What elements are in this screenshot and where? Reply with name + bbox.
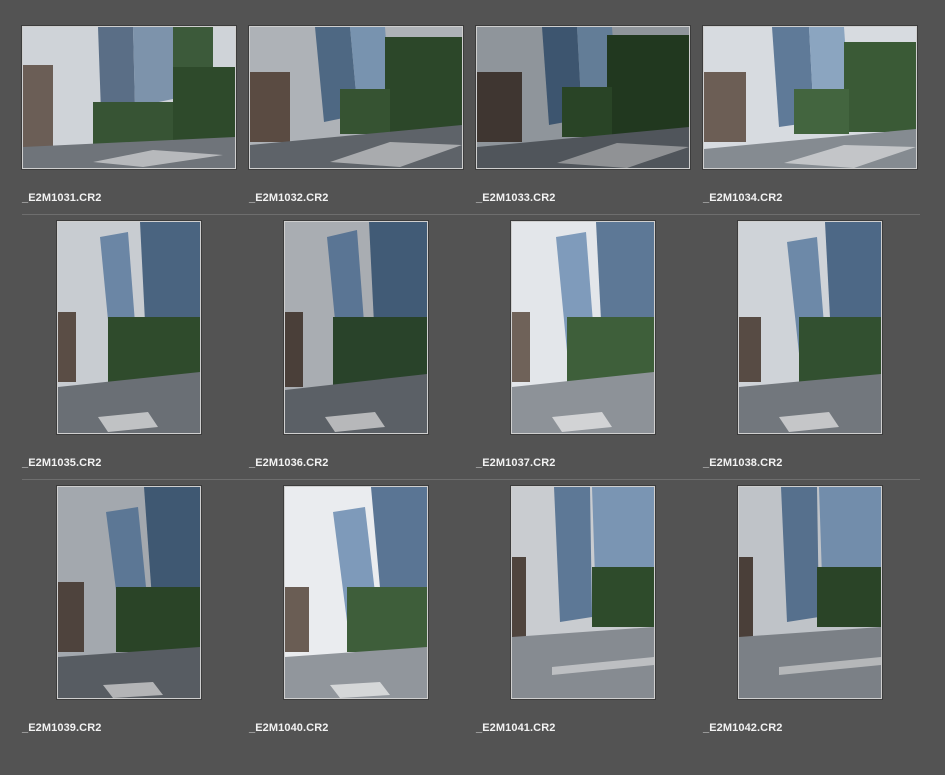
photo-thumbnail[interactable] [738,221,882,434]
photo-thumbnail[interactable] [284,221,428,434]
photo-thumbnail[interactable] [476,26,690,169]
filename-label: _E2M1036.CR2 [249,457,329,469]
filename-label: _E2M1038.CR2 [703,457,783,469]
thumbnail-cell[interactable]: _E2M1040.CR2 [249,486,475,750]
thumbnail-cell[interactable]: _E2M1037.CR2 [476,221,702,485]
thumbnail-cell[interactable]: _E2M1041.CR2 [476,486,702,750]
thumbnail-cell[interactable]: _E2M1042.CR2 [703,486,929,750]
thumbnail-cell[interactable]: _E2M1035.CR2 [22,221,248,485]
filename-label: _E2M1034.CR2 [703,192,783,204]
photo-thumbnail[interactable] [57,486,201,699]
filename-label: _E2M1037.CR2 [476,457,556,469]
photo-thumbnail[interactable] [511,221,655,434]
filename-label: _E2M1033.CR2 [476,192,556,204]
filename-label: _E2M1039.CR2 [22,722,102,734]
photo-thumbnail[interactable] [284,486,428,699]
filename-label: _E2M1031.CR2 [22,192,102,204]
row-divider [22,479,920,480]
thumbnail-cell[interactable]: _E2M1038.CR2 [703,221,929,485]
photo-thumbnail[interactable] [22,26,236,169]
filename-label: _E2M1035.CR2 [22,457,102,469]
thumbnail-grid: _E2M1031.CR2 _E2M1032.CR2 _E2M1033.CR2 _… [0,0,945,775]
filename-label: _E2M1041.CR2 [476,722,556,734]
filename-label: _E2M1032.CR2 [249,192,329,204]
row-divider [22,214,920,215]
photo-thumbnail[interactable] [511,486,655,699]
photo-thumbnail[interactable] [249,26,463,169]
thumbnail-cell[interactable]: _E2M1036.CR2 [249,221,475,485]
filename-label: _E2M1042.CR2 [703,722,783,734]
photo-thumbnail[interactable] [738,486,882,699]
thumbnail-cell[interactable]: _E2M1039.CR2 [22,486,248,750]
filename-label: _E2M1040.CR2 [249,722,329,734]
photo-thumbnail[interactable] [703,26,917,169]
photo-thumbnail[interactable] [57,221,201,434]
